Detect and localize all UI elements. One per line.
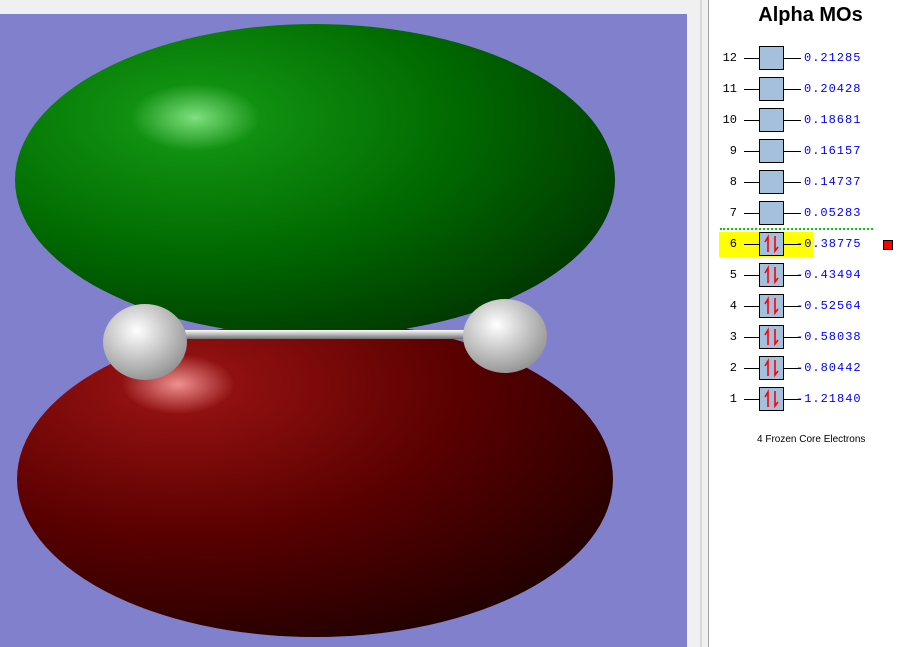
orbital-energy: -0.38775: [796, 237, 862, 251]
level-line: [744, 89, 759, 90]
orbital-energy: 0.05283: [804, 206, 862, 220]
orbital-number: 9: [729, 144, 737, 158]
hydrogen-atom-left: [103, 304, 187, 380]
orbital-number: 11: [722, 82, 737, 96]
orbital-box[interactable]: [759, 170, 784, 194]
orbital-energy: 0.16157: [804, 144, 862, 158]
orbital-box[interactable]: [759, 356, 784, 380]
level-line: [744, 399, 759, 400]
orbital-box[interactable]: [759, 387, 784, 411]
orbital-energy: -0.43494: [796, 268, 862, 282]
orbital-energy: -0.80442: [796, 361, 862, 375]
homo-lumo-gap-line: [720, 228, 873, 230]
orbital-level-10[interactable]: 10 0.18681: [709, 108, 911, 132]
orbital-level-5[interactable]: 5 -0.43494: [709, 263, 911, 287]
level-line: [784, 151, 801, 152]
level-line: [744, 182, 759, 183]
hydrogen-atom-right: [463, 299, 547, 373]
orbital-energy: 0.20428: [804, 82, 862, 96]
orbital-energy: 0.21285: [804, 51, 862, 65]
level-line: [744, 306, 759, 307]
level-line: [744, 275, 759, 276]
orbital-number: 3: [729, 330, 737, 344]
orbital-level-11[interactable]: 11 0.20428: [709, 77, 911, 101]
electron-pair-icon: [764, 234, 779, 254]
orbital-number: 8: [729, 175, 737, 189]
orbital-energy: -0.58038: [796, 330, 862, 344]
electron-pair-icon: [764, 327, 779, 347]
orbital-number: 6: [729, 237, 737, 251]
orbital-box[interactable]: [759, 139, 784, 163]
orbital-number: 12: [722, 51, 737, 65]
orbital-box[interactable]: [759, 77, 784, 101]
level-line: [744, 151, 759, 152]
level-line: [744, 337, 759, 338]
orbital-box[interactable]: [759, 108, 784, 132]
orbital-level-2[interactable]: 2 -0.80442: [709, 356, 911, 380]
orbital-level-12[interactable]: 12 0.21285: [709, 46, 911, 70]
orbital-level-6[interactable]: 6 -0.38775: [709, 232, 911, 256]
orbital-number: 7: [729, 206, 737, 220]
orbital-box[interactable]: [759, 46, 784, 70]
level-line: [744, 244, 759, 245]
level-line: [784, 58, 801, 59]
electron-pair-icon: [764, 358, 779, 378]
level-line: [784, 182, 801, 183]
orbital-level-9[interactable]: 9 0.16157: [709, 139, 911, 163]
positive-lobe: [15, 24, 615, 336]
level-line: [744, 368, 759, 369]
orbital-number: 1: [729, 392, 737, 406]
level-line: [744, 213, 759, 214]
mo-energy-panel: Alpha MOs 12 0.21285 11 0.20428 10 0.18681…: [708, 0, 911, 647]
orbital-level-3[interactable]: 3 -0.58038: [709, 325, 911, 349]
level-line: [784, 120, 801, 121]
orbital-level-8[interactable]: 8 0.14737: [709, 170, 911, 194]
electron-pair-icon: [764, 389, 779, 409]
orbital-level-1[interactable]: 1 -1.21840: [709, 387, 911, 411]
molecule-viewport[interactable]: [0, 14, 687, 647]
level-line: [784, 89, 801, 90]
orbital-number: 2: [729, 361, 737, 375]
orbital-energy: 0.14737: [804, 175, 862, 189]
level-line: [744, 58, 759, 59]
orbital-number: 4: [729, 299, 737, 313]
orbital-box[interactable]: [759, 201, 784, 225]
orbital-energy: -0.52564: [796, 299, 862, 313]
orbital-number: 5: [729, 268, 737, 282]
orbital-render: [15, 24, 615, 637]
orbital-energy: -1.21840: [796, 392, 862, 406]
orbital-box[interactable]: [759, 263, 784, 287]
orbital-energy: 0.18681: [804, 113, 862, 127]
orbital-box[interactable]: [759, 325, 784, 349]
electron-pair-icon: [764, 265, 779, 285]
orbital-number: 10: [722, 113, 737, 127]
bond: [170, 330, 480, 339]
orbital-box[interactable]: [759, 232, 784, 256]
orbital-level-4[interactable]: 4 -0.52564: [709, 294, 911, 318]
frozen-core-label: 4 Frozen Core Electrons: [757, 434, 866, 445]
level-line: [744, 120, 759, 121]
orbital-box[interactable]: [759, 294, 784, 318]
level-line: [784, 213, 801, 214]
splitter[interactable]: [700, 0, 702, 647]
orbital-level-7[interactable]: 7 0.05283: [709, 201, 911, 225]
electron-pair-icon: [764, 296, 779, 316]
panel-title: Alpha MOs: [758, 4, 863, 26]
